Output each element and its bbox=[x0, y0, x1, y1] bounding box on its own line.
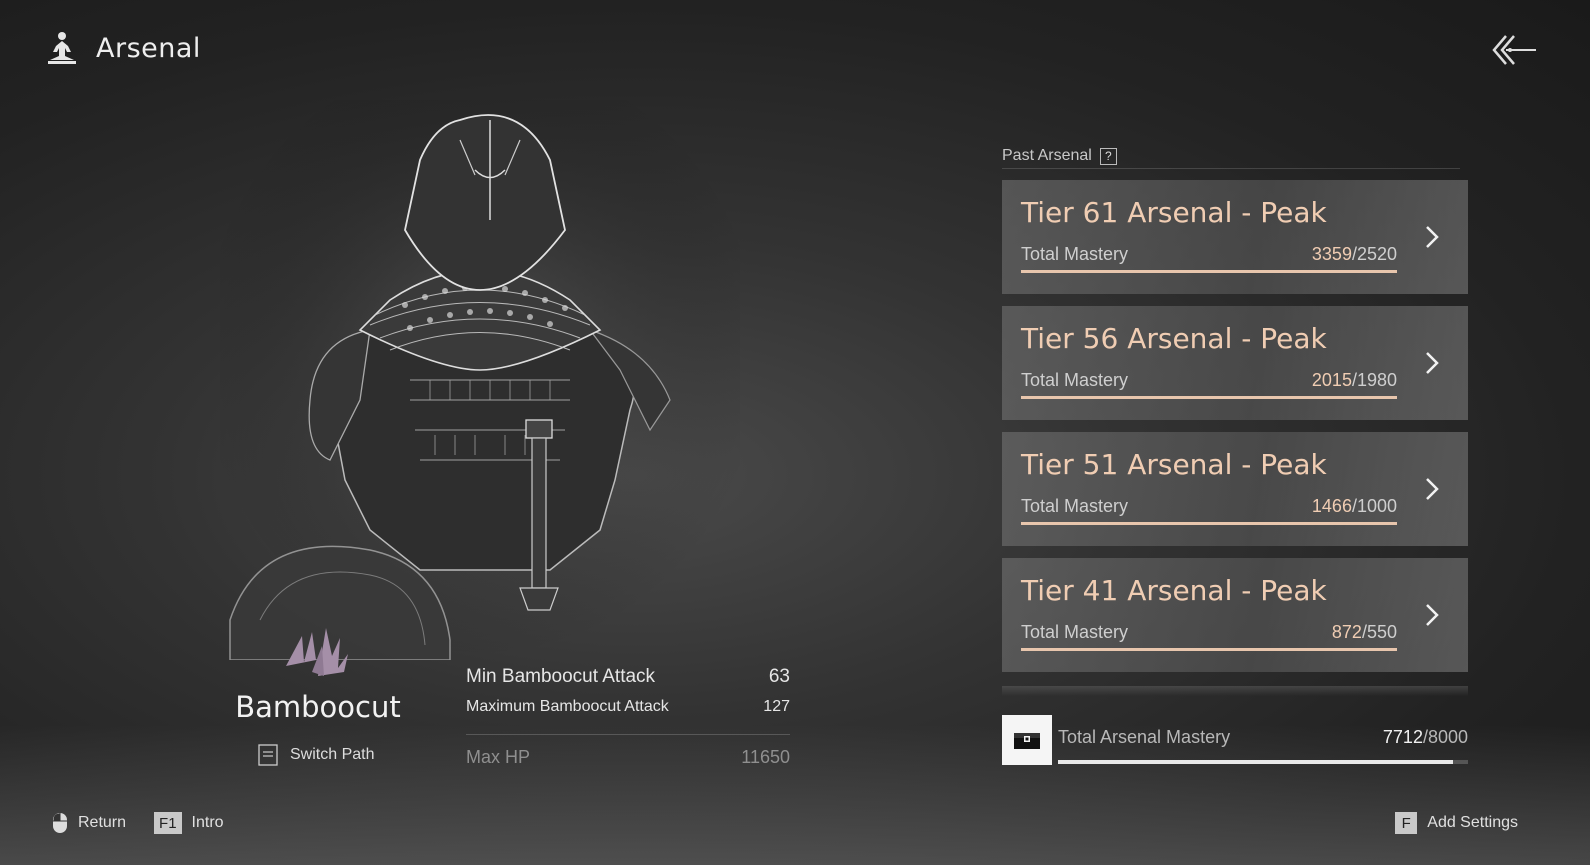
mastery-required: /1980 bbox=[1351, 370, 1397, 390]
chevron-right-icon bbox=[1426, 604, 1439, 626]
total-mastery-current: 7712 bbox=[1382, 727, 1423, 747]
total-mastery-value: 7712/8000 bbox=[1383, 727, 1468, 748]
chest-icon bbox=[1014, 733, 1040, 749]
document-icon bbox=[258, 744, 278, 766]
back-arrow-icon[interactable] bbox=[1490, 30, 1538, 70]
mastery-required: /550 bbox=[1361, 622, 1397, 642]
mastery-progress-bar bbox=[1021, 648, 1397, 651]
return-label: Return bbox=[78, 814, 127, 831]
tier-name: Tier 56 Arsenal - Peak bbox=[1021, 322, 1327, 355]
tier-card[interactable]: Tier 61 Arsenal - Peak Total Mastery 335… bbox=[1002, 180, 1468, 294]
progress-fill bbox=[1058, 760, 1454, 764]
add-settings-label: Add Settings bbox=[1427, 814, 1518, 831]
total-mastery-progress-bar bbox=[1058, 760, 1468, 764]
stat-value: 127 bbox=[763, 698, 790, 715]
mastery-label: Total Mastery bbox=[1021, 622, 1129, 642]
stat-value: 63 bbox=[768, 666, 790, 687]
mastery-label: Total Mastery bbox=[1021, 496, 1129, 516]
page-title: Arsenal bbox=[96, 32, 201, 64]
mastery-current: 3359 bbox=[1311, 244, 1352, 264]
f1-key-icon: F1 bbox=[154, 812, 182, 834]
tier-name: Tier 51 Arsenal - Peak bbox=[1021, 448, 1327, 481]
chevron-right-icon bbox=[1426, 478, 1439, 500]
stat-row: Max HP 11650 bbox=[466, 745, 790, 769]
mastery-required: /1000 bbox=[1351, 496, 1397, 516]
header: Arsenal bbox=[44, 30, 201, 66]
mouse-icon bbox=[53, 813, 67, 833]
bamboocut-emblem-icon bbox=[286, 628, 348, 676]
mastery-value: 2015/1980 bbox=[1312, 370, 1397, 391]
stat-row: Min Bamboocut Attack 63 bbox=[466, 662, 790, 692]
tier-card[interactable]: Tier 56 Arsenal - Peak Total Mastery 201… bbox=[1002, 306, 1468, 420]
tier-name: Tier 41 Arsenal - Peak bbox=[1021, 574, 1327, 607]
list-scroll-hint bbox=[1002, 686, 1468, 696]
weapon-name: Bamboocut bbox=[235, 690, 401, 724]
stat-label: Maximum Bamboocut Attack bbox=[466, 698, 669, 715]
mastery-value: 3359/2520 bbox=[1312, 244, 1397, 265]
tier-card[interactable]: Tier 41 Arsenal - Peak Total Mastery 872… bbox=[1002, 558, 1468, 672]
return-button[interactable]: Return bbox=[52, 812, 126, 834]
mastery-label: Total Mastery bbox=[1021, 244, 1129, 264]
mastery-current: 872 bbox=[1331, 622, 1362, 642]
progress-fill bbox=[1021, 522, 1397, 525]
stat-label: Max HP bbox=[466, 746, 531, 767]
add-settings-button[interactable]: F Add Settings bbox=[1395, 812, 1518, 834]
switch-path-button[interactable]: Switch Path bbox=[258, 744, 374, 766]
meditation-figure-icon bbox=[48, 32, 76, 64]
stat-value: 11650 bbox=[741, 746, 790, 767]
progress-fill bbox=[1021, 270, 1397, 273]
progress-fill bbox=[1021, 396, 1397, 399]
progress-fill bbox=[1021, 648, 1397, 651]
help-icon[interactable]: ? bbox=[1099, 147, 1117, 165]
chevron-right-icon bbox=[1426, 352, 1439, 374]
tier-name: Tier 61 Arsenal - Peak bbox=[1021, 196, 1327, 229]
mastery-progress-bar bbox=[1021, 270, 1397, 273]
footer-right-hints: F Add Settings bbox=[1395, 812, 1518, 834]
stat-label: Min Bamboocut Attack bbox=[466, 666, 656, 687]
past-arsenal-header: Past Arsenal ? bbox=[1002, 144, 1460, 169]
total-mastery-label: Total Arsenal Mastery bbox=[1058, 727, 1231, 747]
mastery-current: 2015 bbox=[1311, 370, 1352, 390]
total-mastery-icon-box bbox=[1002, 715, 1052, 765]
intro-button[interactable]: F1 Intro bbox=[154, 812, 224, 834]
weapon-stats: Min Bamboocut Attack 63 Maximum Bamboocu… bbox=[466, 662, 790, 769]
stat-row: Maximum Bamboocut Attack 127 bbox=[466, 692, 790, 722]
switch-path-label: Switch Path bbox=[290, 746, 375, 763]
intro-label: Intro bbox=[191, 814, 224, 831]
mastery-current: 1466 bbox=[1311, 496, 1352, 516]
mastery-value: 1466/1000 bbox=[1312, 496, 1397, 517]
stat-divider bbox=[466, 734, 790, 735]
total-mastery-required: /8000 bbox=[1422, 727, 1468, 747]
mastery-value: 872/550 bbox=[1332, 622, 1397, 643]
mastery-progress-bar bbox=[1021, 522, 1397, 525]
f-key-icon: F bbox=[1395, 812, 1418, 834]
armor-figure-illustration bbox=[220, 100, 740, 660]
chevron-right-icon bbox=[1426, 226, 1439, 248]
mastery-progress-bar bbox=[1021, 396, 1397, 399]
past-arsenal-label: Past Arsenal bbox=[1002, 147, 1092, 164]
tier-card[interactable]: Tier 51 Arsenal - Peak Total Mastery 146… bbox=[1002, 432, 1468, 546]
footer-hints: Return F1 Intro bbox=[52, 812, 252, 834]
mastery-label: Total Mastery bbox=[1021, 370, 1129, 390]
ground-fog bbox=[0, 725, 1590, 865]
mastery-required: /2520 bbox=[1351, 244, 1397, 264]
